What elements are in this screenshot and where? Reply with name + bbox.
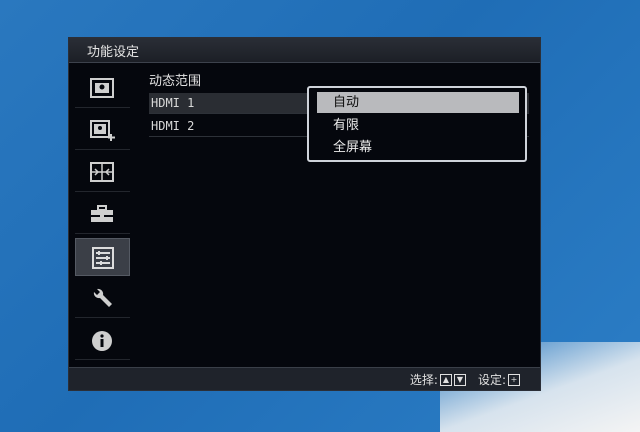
footer-hints: 选择: ▲ ▼ 设定: + — [410, 371, 520, 388]
osd-title: 功能设定 — [87, 45, 140, 60]
sidebar-item-screen[interactable] — [75, 154, 130, 192]
info-icon — [92, 331, 112, 351]
osd-sidebar — [75, 70, 130, 364]
function-list-icon — [92, 247, 114, 269]
setting-row-label: HDMI 2 — [151, 119, 195, 133]
screen-layout-icon — [90, 162, 114, 182]
sidebar-item-function[interactable] — [75, 238, 130, 276]
toolbox-icon — [91, 205, 113, 222]
select-hint-label: 选择: — [409, 373, 438, 387]
osd-window: 功能设定 动态范围 HDMI 1 HDMI 2 自动 有限 全屏幕 选择: ▲ … — [68, 37, 541, 391]
picture-add-icon — [90, 120, 115, 141]
option-auto[interactable]: 自动 — [317, 92, 519, 113]
picture-icon — [90, 78, 114, 98]
enter-key-icon: + — [508, 373, 520, 386]
wrench-icon — [93, 288, 112, 307]
down-arrow-icon: ▼ — [453, 373, 466, 386]
sidebar-item-picture-adjust[interactable] — [75, 112, 130, 150]
setting-row-label: HDMI 1 — [151, 96, 195, 110]
up-arrow-icon: ▲ — [439, 373, 452, 386]
option-full[interactable]: 全屏幕 — [317, 137, 519, 158]
osd-title-bar: 功能设定 — [69, 38, 540, 63]
sidebar-item-picture[interactable] — [75, 70, 130, 108]
set-hint-label: 设定: — [477, 373, 506, 387]
sidebar-item-tools[interactable] — [75, 280, 130, 318]
sidebar-item-info[interactable] — [75, 322, 130, 360]
osd-footer: 选择: ▲ ▼ 设定: + — [69, 367, 540, 390]
dynamic-range-dropdown: 自动 有限 全屏幕 — [307, 86, 527, 162]
option-limited[interactable]: 有限 — [317, 115, 519, 136]
sidebar-item-setup[interactable] — [75, 196, 130, 234]
